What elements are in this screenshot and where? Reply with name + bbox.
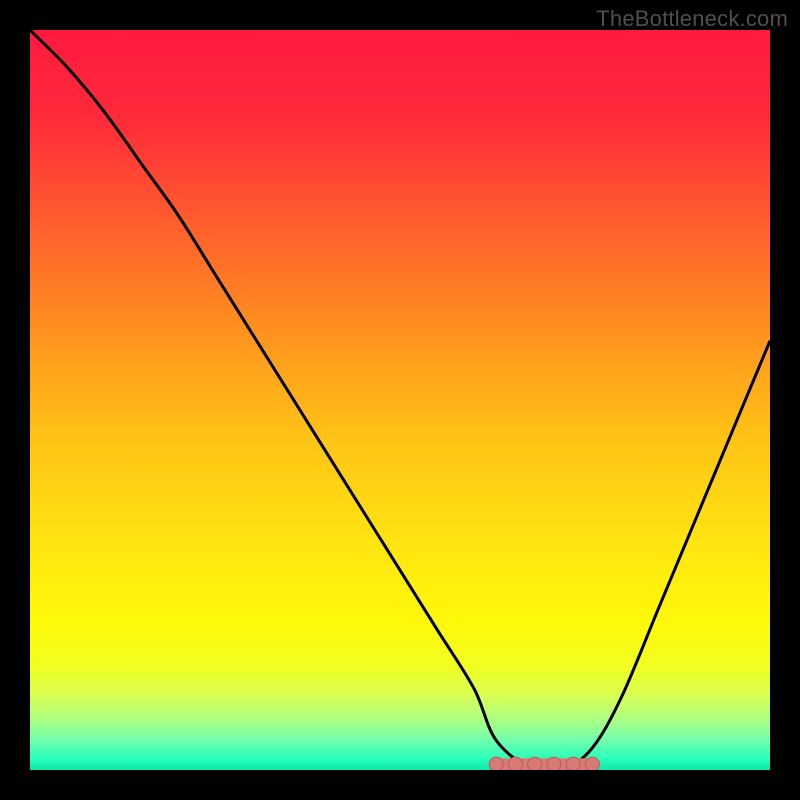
chart-svg: [30, 30, 770, 770]
optimal-range-marker: [489, 757, 599, 770]
plot-area: [30, 30, 770, 770]
watermark-text: TheBottleneck.com: [596, 6, 788, 32]
chart-frame: TheBottleneck.com: [0, 0, 800, 800]
gradient-background: [30, 30, 770, 770]
